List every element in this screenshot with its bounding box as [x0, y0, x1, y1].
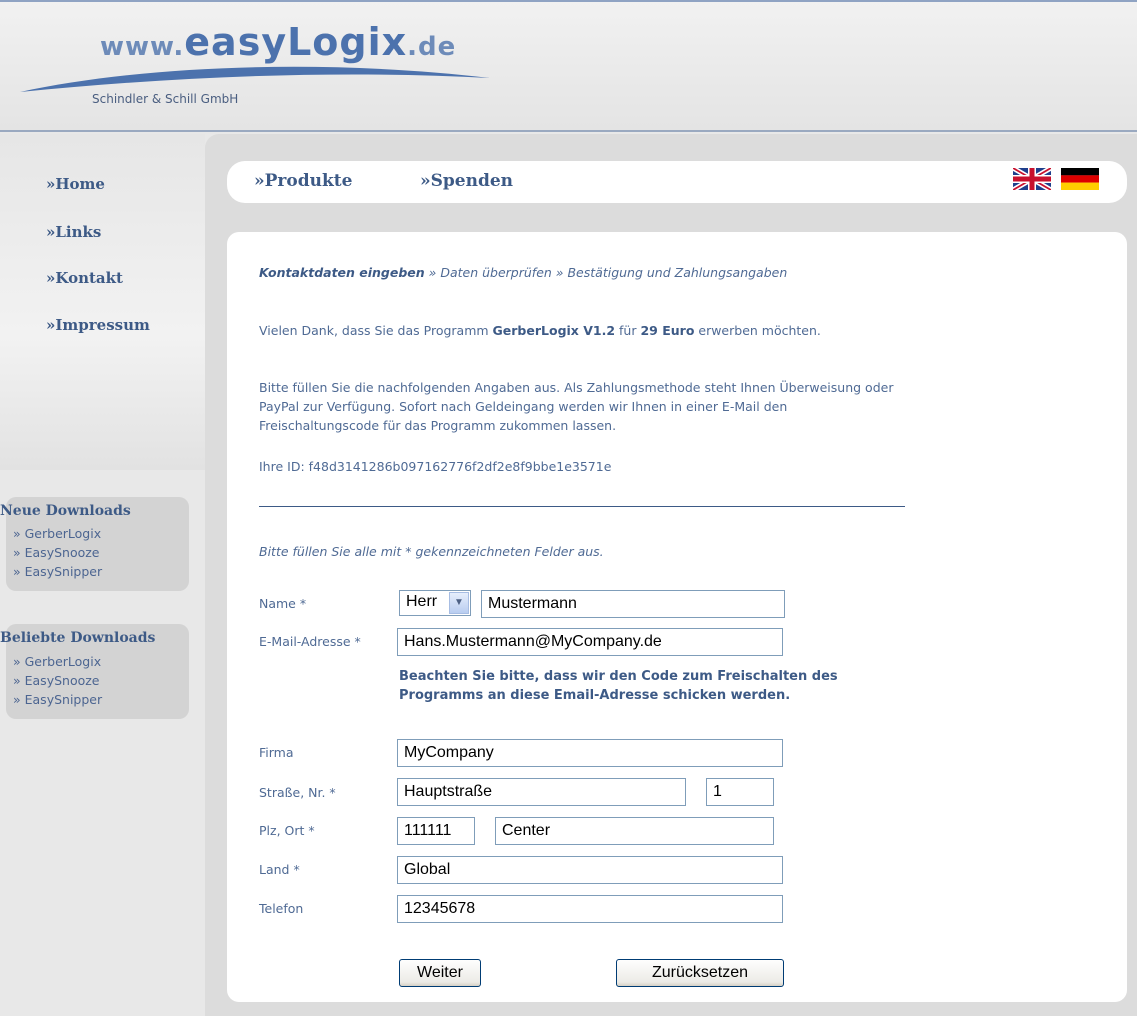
- reset-button[interactable]: Zurücksetzen: [616, 959, 784, 987]
- logo-brand: easyLogix: [184, 20, 408, 64]
- popular-downloads-easysnipper[interactable]: » EasySnipper: [13, 692, 102, 707]
- nav-kontakt[interactable]: »Kontakt: [46, 269, 123, 287]
- phone-input[interactable]: 12345678: [397, 895, 783, 923]
- company-name: Schindler & Schill GmbH: [92, 92, 239, 106]
- zip-input[interactable]: 111111: [397, 817, 475, 845]
- name-label: Name *: [259, 596, 307, 611]
- nav-produkte[interactable]: »Produkte: [254, 171, 352, 191]
- popular-downloads-easysnooze[interactable]: » EasySnooze: [13, 673, 100, 688]
- city-label: Plz, Ort *: [259, 823, 315, 838]
- salutation-select[interactable]: Herr ▼: [399, 590, 471, 616]
- price: 29 Euro: [640, 323, 695, 338]
- name-input[interactable]: Mustermann: [481, 590, 785, 618]
- new-downloads-easysnooze[interactable]: » EasySnooze: [13, 545, 100, 560]
- info-text: Bitte füllen Sie die nachfolgenden Angab…: [259, 380, 894, 433]
- street-label: Straße, Nr. *: [259, 785, 336, 800]
- email-label: E-Mail-Adresse *: [259, 634, 361, 649]
- logo-tld: .de: [407, 32, 457, 62]
- email-input[interactable]: Hans.Mustermann@MyCompany.de: [397, 628, 783, 656]
- site-logo[interactable]: www.easyLogix.de: [100, 20, 456, 64]
- country-input[interactable]: Global: [397, 856, 783, 884]
- email-note: Beachten Sie bitte, dass wir den Code zu…: [399, 669, 838, 703]
- city-input[interactable]: Center: [495, 817, 774, 845]
- nav-home[interactable]: »Home: [46, 175, 105, 193]
- company-input[interactable]: MyCompany: [397, 739, 783, 767]
- nav-spenden[interactable]: »Spenden: [420, 171, 513, 191]
- intro-part3: erwerben möchten.: [694, 323, 821, 338]
- nav-links[interactable]: »Links: [46, 223, 101, 241]
- new-downloads-title: Neue Downloads: [0, 503, 131, 519]
- popular-downloads-gerberlogix[interactable]: » GerberLogix: [13, 654, 101, 669]
- company-label: Firma: [259, 745, 294, 760]
- de-flag-icon[interactable]: [1061, 168, 1099, 190]
- house-number-input[interactable]: 1: [706, 778, 774, 806]
- intro-text: Vielen Dank, dass Sie das Programm Gerbe…: [259, 321, 869, 340]
- divider: [259, 506, 905, 507]
- country-label: Land *: [259, 862, 300, 877]
- nav-impressum[interactable]: »Impressum: [46, 316, 150, 334]
- breadcrumb-step-rest: » Daten überprüfen » Bestätigung und Zah…: [424, 265, 788, 280]
- site-header: www.easyLogix.de Schindler & Schill GmbH: [0, 0, 1137, 132]
- salutation-value: Herr: [406, 593, 438, 610]
- submit-button[interactable]: Weiter: [399, 959, 481, 987]
- required-hint: Bitte füllen Sie alle mit * gekennzeichn…: [259, 544, 604, 559]
- breadcrumb-step-active: Kontaktdaten eingeben: [259, 265, 425, 280]
- phone-label: Telefon: [259, 901, 304, 916]
- program-name: GerberLogix V1.2: [492, 323, 616, 338]
- intro-part1: Vielen Dank, dass Sie das Programm: [259, 323, 493, 338]
- uk-flag-icon[interactable]: [1013, 168, 1051, 190]
- new-downloads-easysnipper[interactable]: » EasySnipper: [13, 564, 102, 579]
- breadcrumb: Kontaktdaten eingeben » Daten überprüfen…: [259, 263, 959, 282]
- logo-www: www.: [100, 32, 185, 62]
- chevron-down-icon[interactable]: ▼: [449, 592, 469, 614]
- top-navigation: [227, 161, 1127, 203]
- popular-downloads-title: Beliebte Downloads: [0, 630, 156, 646]
- user-id: Ihre ID: f48d3141286b097162776f2df2e8f9b…: [259, 459, 612, 474]
- new-downloads-gerberlogix[interactable]: » GerberLogix: [13, 526, 101, 541]
- intro-part2: für: [615, 323, 641, 338]
- street-input[interactable]: Hauptstraße: [397, 778, 686, 806]
